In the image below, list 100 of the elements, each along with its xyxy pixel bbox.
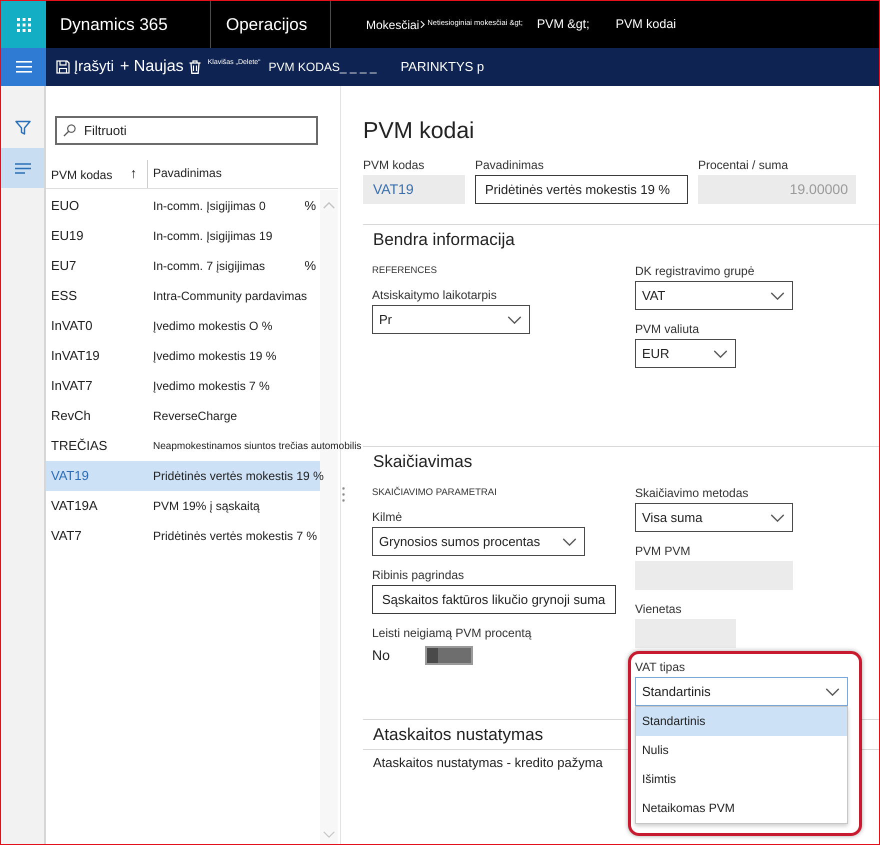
code-cell-text: TREČIAS [50, 437, 108, 456]
field-label: VAT tipas [635, 659, 686, 675]
dropdown-field[interactable]: Visa suma [635, 503, 793, 532]
name-cell-text: Intra-Community pardavimas [152, 288, 308, 305]
percent-text: % [304, 257, 317, 275]
code-cell-text: EU7 [50, 257, 78, 276]
name-cell-text: In-comm. Įsigijimas 19 [152, 228, 272, 245]
page-title: PVM kodai [363, 116, 476, 144]
app-name[interactable]: Dynamics 365 [60, 12, 168, 38]
trash-icon [188, 60, 201, 74]
list-row[interactable]: EU7 In-comm. 7 įsigijimas % [46, 251, 320, 281]
grid-icon [16, 18, 30, 32]
group-caption: REFERENCES [372, 264, 438, 278]
list-row[interactable]: RevCh ReverseCharge [46, 401, 320, 431]
search-icon [63, 124, 76, 137]
breadcrumb-link[interactable]: PVM &gt; [536, 15, 590, 34]
name-cell-text: Įvedimo mokestis 19 % [152, 348, 276, 365]
delete-button[interactable] [188, 60, 201, 74]
field-label: Vienetas [635, 601, 682, 617]
breadcrumb-link[interactable]: PVM kodai [616, 15, 676, 34]
code-cell-text: RevCh [50, 407, 92, 426]
list-row[interactable]: VAT7 Pridėtinės vertės mokestis 7 % [46, 521, 320, 551]
list-view-button[interactable] [1, 148, 44, 188]
name-cell-text: Pridėtinės vertės mokestis 7 % [152, 528, 318, 545]
filter-icon [14, 120, 30, 136]
app-launcher-button[interactable] [1, 1, 46, 48]
drag-handle-icon[interactable] [342, 487, 345, 502]
name-cell-text: Įvedimo mokestis 7 % [152, 378, 270, 395]
list-row[interactable]: InVAT0 Įvedimo mokestis O % [46, 311, 320, 341]
chevron-down-icon [825, 688, 840, 696]
menu-button[interactable] [1, 48, 46, 86]
name-cell-text: In-comm. Įsigijimas 0 [152, 198, 266, 215]
section-title[interactable]: Bendra informacija [363, 225, 515, 251]
dropdown-option[interactable]: Standartinis [636, 707, 847, 736]
code-cell-text: InVAT0 [50, 317, 94, 336]
dropdown-field[interactable]: EUR [635, 339, 736, 368]
input-field[interactable]: Pridėtinės vertės mokestis 19 % [475, 175, 688, 204]
readonly-field: VAT19 [363, 175, 465, 204]
list-row[interactable]: VAT19 Pridėtinės vertės mokestis 19 % [46, 461, 324, 491]
chevron-down-icon [770, 514, 785, 522]
code-cell-text: VAT19A [50, 497, 98, 516]
field-label: Leisti neigiamą PVM procentą [372, 625, 532, 641]
field-label: Pavadinimas [475, 157, 545, 173]
dropdown-field[interactable]: VAT [635, 281, 793, 310]
list-row[interactable]: VAT19A PVM 19% į sąskaitą [46, 491, 320, 521]
toggle-state-label: No [372, 646, 391, 664]
code-cell-text: ESS [50, 287, 78, 306]
field-label: Skaičiavimo metodas [635, 485, 750, 501]
breadcrumb-link[interactable]: Mokesčiai [366, 16, 420, 34]
group-caption: SKAIČIAVIMO PARAMETRAI [372, 486, 498, 500]
field-label: Kilmė [372, 509, 404, 525]
dropdown-option[interactable]: Išimtis [636, 765, 847, 794]
page-tab[interactable]: PARINKTYS p [400, 59, 484, 75]
name-cell-text: Neapmokestinamos siuntos trečias automobilis [152, 440, 362, 454]
list-row[interactable]: TREČIAS Neapmokestinamos siuntos trečias automobilis [46, 431, 362, 461]
section-title[interactable]: Ataskaitos nustatymas - kredito pažyma [363, 750, 603, 774]
code-cell-text: EU19 [50, 227, 85, 246]
chevron-down-icon [770, 292, 785, 300]
code-cell-text: InVAT7 [50, 377, 94, 396]
column-header[interactable]: PVM kodas ↑ [46, 160, 148, 188]
new-button[interactable]: + Naujas [120, 57, 184, 77]
field-label: Ribinis pagrindas [372, 567, 466, 583]
save-button[interactable]: Įrašyti [56, 58, 114, 76]
code-cell-text: VAT19 [50, 467, 90, 486]
module-name[interactable]: Operacijos [226, 12, 308, 38]
list-row[interactable]: EU19 In-comm. Įsigijimas 19 [46, 221, 320, 251]
field-label: PVM valiuta [635, 321, 700, 337]
field-label: Procentai / suma [698, 157, 790, 173]
list-row[interactable]: InVAT7 Įvedimo mokestis 7 % [46, 371, 320, 401]
column-header[interactable]: Pavadinimas [148, 166, 222, 181]
chevron-down-icon [562, 538, 577, 546]
dropdown-field[interactable]: Pr [372, 305, 530, 334]
code-cell-text: EUO [50, 197, 80, 216]
menu-icon [16, 61, 32, 73]
field-label: PVM kodas [363, 157, 426, 173]
field-label: DK registravimo grupė [635, 263, 756, 279]
list-row[interactable]: ESS Intra-Community pardavimas [46, 281, 320, 311]
percent-text: % [304, 197, 317, 215]
dropdown-field[interactable]: Standartinis [635, 677, 848, 706]
name-cell-text: Pridėtinės vertės mokestis 19 % [152, 468, 324, 485]
code-cell-text: VAT7 [50, 527, 83, 546]
input-field[interactable]: Sąskaitos faktūros likučio grynoji suma [372, 585, 616, 614]
name-cell-text: ReverseCharge [152, 408, 238, 425]
section-title[interactable]: Skaičiavimas [363, 447, 472, 473]
dropdown-option[interactable]: Netaikomas PVM [636, 794, 847, 823]
save-icon [56, 60, 70, 74]
dropdown-option[interactable]: Nulis [636, 736, 847, 765]
section-title[interactable]: Ataskaitos nustatymas [363, 720, 544, 746]
sort-arrow: ↑ [130, 165, 137, 182]
list-icon [14, 162, 30, 174]
page-tab[interactable]: PVM KODAS_ _ _ _ [268, 60, 377, 74]
readonly-field: 19.00000 [698, 175, 856, 204]
list-row[interactable]: InVAT19 Įvedimo mokestis 19 % [46, 341, 320, 371]
field-label: Atsiskaitymo laikotarpis [372, 287, 498, 303]
filter-field[interactable]: Filtruoti [55, 116, 318, 145]
chevron-down-icon [507, 316, 522, 324]
dropdown-field[interactable]: Grynosios sumos procentas [372, 527, 585, 556]
list-row[interactable]: EUO In-comm. Įsigijimas 0 % [46, 191, 320, 221]
name-cell-text: PVM 19% į sąskaitą [152, 498, 260, 515]
toggle-switch[interactable] [425, 646, 473, 664]
